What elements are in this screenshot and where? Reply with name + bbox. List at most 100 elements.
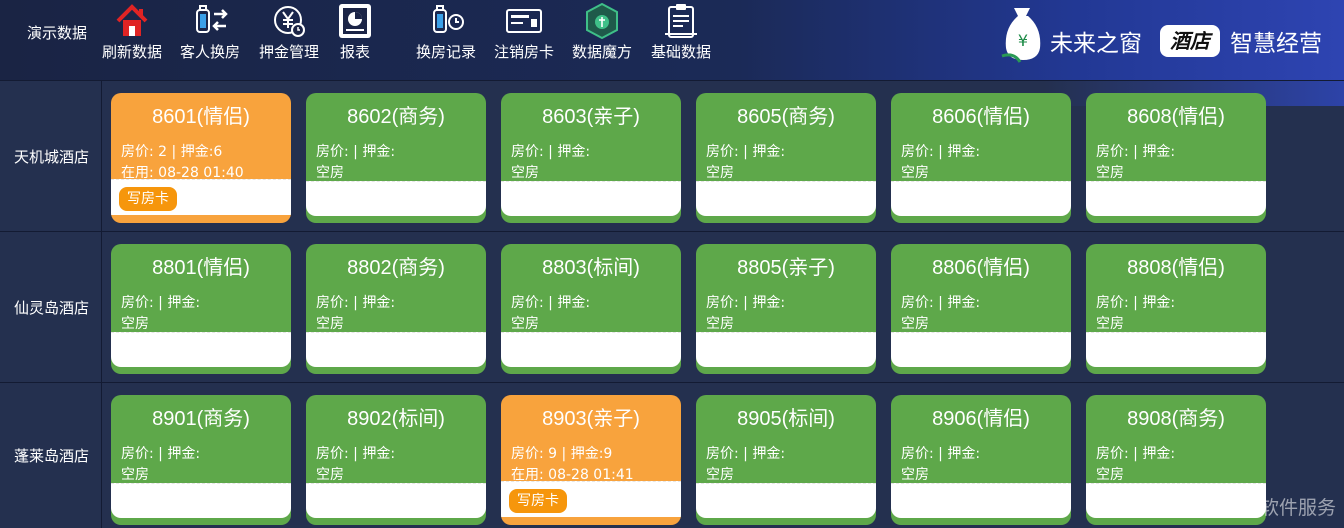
room-card-footer bbox=[501, 181, 681, 216]
room-price-deposit: 房价: | 押金: bbox=[316, 144, 396, 160]
room-number: 8805(亲子) bbox=[737, 257, 835, 279]
room-price-deposit: 房价: | 押金: bbox=[1096, 446, 1176, 462]
write-room-card-button[interactable]: 写房卡 bbox=[118, 186, 178, 212]
room-card-footer bbox=[891, 332, 1071, 367]
cancel-room-card-label: 注销房卡 bbox=[493, 43, 554, 61]
report-label: 报表 bbox=[339, 43, 370, 61]
room-status: 空房 bbox=[511, 316, 539, 332]
home-refresh-icon bbox=[116, 4, 148, 36]
guest-room-change-label: 客人换房 bbox=[179, 43, 240, 61]
room-price-deposit: 房价: | 押金: bbox=[511, 295, 591, 311]
room-number: 8802(商务) bbox=[347, 257, 445, 279]
room-card-footer bbox=[696, 332, 876, 367]
room-card-footer bbox=[306, 332, 486, 367]
room-status: 空房 bbox=[1096, 165, 1124, 181]
room-card-footer bbox=[696, 181, 876, 216]
room-price-deposit: 房价: 2 | 押金:6 bbox=[121, 144, 223, 160]
room-number: 8603(亲子) bbox=[542, 106, 640, 128]
room-card-footer bbox=[111, 332, 291, 367]
room-number: 8905(标间) bbox=[737, 408, 835, 430]
room-number: 8606(情侣) bbox=[932, 106, 1030, 128]
room-price-deposit: 房价: | 押金: bbox=[511, 144, 591, 160]
room-status: 空房 bbox=[316, 467, 344, 483]
room-card[interactable]: 8603(亲子) 房价: | 押金: 空房 bbox=[501, 93, 681, 223]
top-toolbar: 演示数据 刷新数据 客人换房 押金管理 报表 换房记录 注销房卡 数据魔方 基础… bbox=[0, 0, 1344, 106]
room-number: 8601(情侣) bbox=[152, 106, 250, 128]
room-number: 8608(情侣) bbox=[1127, 106, 1225, 128]
room-price-deposit: 房价: | 押金: bbox=[121, 446, 201, 462]
room-card-icon bbox=[506, 9, 542, 33]
hotel-name: 蓬莱岛酒店 bbox=[0, 383, 102, 528]
cancel-room-card-button[interactable]: 注销房卡 bbox=[490, 2, 558, 62]
room-card-footer bbox=[1086, 181, 1266, 216]
room-card[interactable]: 8905(标间) 房价: | 押金: 空房 bbox=[696, 395, 876, 525]
svg-text:¥: ¥ bbox=[1018, 31, 1028, 50]
room-card[interactable]: 8801(情侣) 房价: | 押金: 空房 bbox=[111, 244, 291, 374]
room-price-deposit: 房价: | 押金: bbox=[706, 295, 786, 311]
luggage-swap-icon bbox=[196, 5, 228, 33]
report-button[interactable]: 报表 bbox=[335, 2, 375, 62]
write-room-card-button[interactable]: 写房卡 bbox=[508, 488, 568, 514]
room-status: 空房 bbox=[901, 316, 929, 332]
room-number: 8602(商务) bbox=[347, 106, 445, 128]
room-card[interactable]: 8601(情侣) 房价: 2 | 押金:6 在用: 08-28 01:40 写房… bbox=[111, 93, 291, 223]
data-cube-icon bbox=[586, 2, 618, 40]
room-card[interactable]: 8903(亲子) 房价: 9 | 押金:9 在用: 08-28 01:41 写房… bbox=[501, 395, 681, 525]
room-card[interactable]: 8805(亲子) 房价: | 押金: 空房 bbox=[696, 244, 876, 374]
room-status: 空房 bbox=[706, 467, 734, 483]
room-card[interactable]: 8906(情侣) 房价: | 押金: 空房 bbox=[891, 395, 1071, 525]
room-status: 空房 bbox=[121, 316, 149, 332]
room-price-deposit: 房价: | 押金: bbox=[901, 144, 981, 160]
room-price-deposit: 房价: | 押金: bbox=[1096, 295, 1176, 311]
room-price-deposit: 房价: | 押金: bbox=[316, 446, 396, 462]
hotel-name: 仙灵岛酒店 bbox=[0, 232, 102, 382]
yen-deposit-icon bbox=[274, 6, 305, 37]
room-number: 8801(情侣) bbox=[152, 257, 250, 279]
room-status: 空房 bbox=[316, 316, 344, 332]
data-cube-button[interactable]: 数据魔方 bbox=[568, 2, 636, 62]
brand-name: 未来之窗 bbox=[1050, 31, 1142, 57]
room-change-records-button[interactable]: 换房记录 bbox=[412, 2, 480, 62]
room-card[interactable]: 8608(情侣) 房价: | 押金: 空房 bbox=[1086, 93, 1266, 223]
room-card[interactable]: 8802(商务) 房价: | 押金: 空房 bbox=[306, 244, 486, 374]
deposit-management-label: 押金管理 bbox=[258, 43, 319, 61]
room-card[interactable]: 8606(情侣) 房价: | 押金: 空房 bbox=[891, 93, 1071, 223]
brand: ¥ 未来之窗 酒店 智慧经营 bbox=[1000, 4, 1340, 66]
room-card[interactable]: 8803(标间) 房价: | 押金: 空房 bbox=[501, 244, 681, 374]
room-status: 空房 bbox=[706, 316, 734, 332]
room-card[interactable]: 8808(情侣) 房价: | 押金: 空房 bbox=[1086, 244, 1266, 374]
room-number: 8902(标间) bbox=[347, 408, 445, 430]
watermark: CSDN @未来之窗软件服务 bbox=[1104, 497, 1336, 519]
guest-room-change-button[interactable]: 客人换房 bbox=[176, 2, 244, 62]
room-card-footer bbox=[306, 181, 486, 216]
hotel-row: 天机城酒店 8601(情侣) 房价: 2 | 押金:6 在用: 08-28 01… bbox=[0, 80, 1344, 231]
room-number: 8901(商务) bbox=[152, 408, 250, 430]
room-card-footer bbox=[501, 332, 681, 367]
hotel-name: 天机城酒店 bbox=[0, 81, 102, 231]
room-status: 空房 bbox=[901, 467, 929, 483]
money-bag-logo-icon: ¥ bbox=[1001, 8, 1041, 63]
room-card-footer bbox=[696, 483, 876, 518]
room-card[interactable]: 8602(商务) 房价: | 押金: 空房 bbox=[306, 93, 486, 223]
room-card-footer bbox=[1086, 332, 1266, 367]
room-card[interactable]: 8605(商务) 房价: | 押金: 空房 bbox=[696, 93, 876, 223]
room-number: 8903(亲子) bbox=[542, 408, 640, 430]
demo-data-label[interactable]: 演示数据 bbox=[27, 22, 87, 43]
basic-data-button[interactable]: 基础数据 bbox=[647, 2, 715, 62]
hotel-row: 仙灵岛酒店 8801(情侣) 房价: | 押金: 空房 8802(商务) 房价:… bbox=[0, 231, 1344, 382]
refresh-data-button[interactable]: 刷新数据 bbox=[98, 2, 166, 62]
data-cube-label: 数据魔方 bbox=[571, 43, 632, 61]
refresh-data-label: 刷新数据 bbox=[101, 43, 162, 61]
room-change-records-label: 换房记录 bbox=[415, 43, 476, 61]
room-card[interactable]: 8806(情侣) 房价: | 押金: 空房 bbox=[891, 244, 1071, 374]
room-status: 空房 bbox=[901, 165, 929, 181]
room-card[interactable]: 8901(商务) 房价: | 押金: 空房 bbox=[111, 395, 291, 525]
room-price-deposit: 房价: | 押金: bbox=[901, 295, 981, 311]
room-price-deposit: 房价: | 押金: bbox=[706, 144, 786, 160]
room-card-footer bbox=[306, 483, 486, 518]
deposit-management-button[interactable]: 押金管理 bbox=[255, 2, 323, 62]
room-card[interactable]: 8902(标间) 房价: | 押金: 空房 bbox=[306, 395, 486, 525]
room-number: 8605(商务) bbox=[737, 106, 835, 128]
room-price-deposit: 房价: | 押金: bbox=[706, 446, 786, 462]
luggage-history-icon bbox=[433, 5, 464, 33]
